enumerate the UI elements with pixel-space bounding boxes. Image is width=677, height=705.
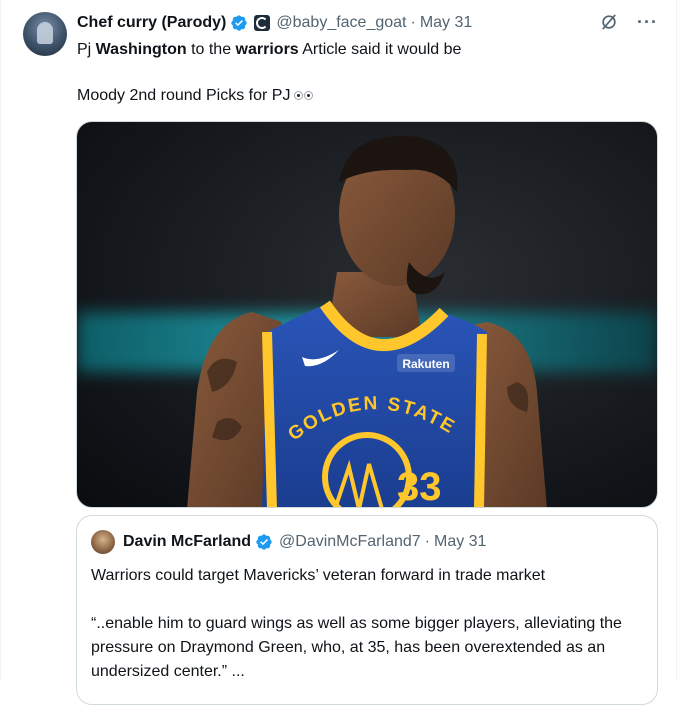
- author-handle[interactable]: @baby_face_goat: [276, 14, 406, 32]
- quoted-author-name[interactable]: Davin McFarland: [123, 533, 251, 551]
- tweet-container[interactable]: Chef curry (Parody) @baby_face_goat · Ma…: [0, 0, 677, 705]
- jersey-number: 33: [397, 465, 442, 508]
- more-options-icon[interactable]: ···: [637, 13, 658, 31]
- verified-badge-icon: [256, 534, 272, 550]
- tweet-photo[interactable]: Rakuten GOLDEN STATE 33: [76, 121, 658, 508]
- text-fragment: Article said it would be: [298, 41, 462, 58]
- quoted-tweet-text: Warriors could target Mavericks’ veteran…: [91, 564, 643, 684]
- author-name[interactable]: Chef curry (Parody): [77, 14, 226, 32]
- verified-badge-icon: [231, 15, 248, 31]
- grok-icon[interactable]: [599, 12, 619, 32]
- author-avatar[interactable]: [23, 12, 67, 56]
- quoted-tweet-excerpt: “..enable him to guard wings as well as …: [91, 615, 622, 680]
- quoted-tweet-date[interactable]: May 31: [434, 533, 486, 551]
- affiliate-badge-icon[interactable]: [254, 15, 271, 31]
- tweet-text: Pj Washington to the warriors Article sa…: [77, 38, 656, 108]
- text-fragment: to the: [186, 41, 236, 58]
- eyes-emoji-icon: [294, 84, 314, 108]
- separator-dot: ·: [410, 14, 416, 31]
- quoted-author-handle[interactable]: @DavinMcFarland7: [279, 533, 421, 551]
- quoted-tweet[interactable]: Davin McFarland @DavinMcFarland7 · May 3…: [76, 515, 658, 705]
- text-fragment: Pj: [77, 41, 96, 58]
- text-fragment: Moody 2nd round Picks for PJ: [77, 87, 291, 105]
- separator-dot: ·: [424, 533, 430, 550]
- quoted-tweet-title: Warriors could target Mavericks’ veteran…: [91, 567, 546, 584]
- sponsor-text: Rakuten: [402, 357, 449, 371]
- tweet-date[interactable]: May 31: [420, 14, 472, 32]
- bold-text-warriors: warriors: [235, 41, 299, 58]
- tweet-text-line-1: Pj Washington to the warriors Article sa…: [77, 38, 656, 62]
- player-illustration: Rakuten GOLDEN STATE 33: [187, 135, 547, 508]
- quoted-tweet-header: Davin McFarland @DavinMcFarland7 · May 3…: [123, 530, 486, 554]
- tweet-actions-top: ···: [599, 12, 658, 32]
- tweet-header: Chef curry (Parody) @baby_face_goat · Ma…: [77, 12, 596, 34]
- bold-text-washington: Washington: [95, 41, 187, 58]
- tweet-text-line-2: Moody 2nd round Picks for PJ: [77, 84, 656, 108]
- quoted-author-avatar[interactable]: [91, 530, 115, 554]
